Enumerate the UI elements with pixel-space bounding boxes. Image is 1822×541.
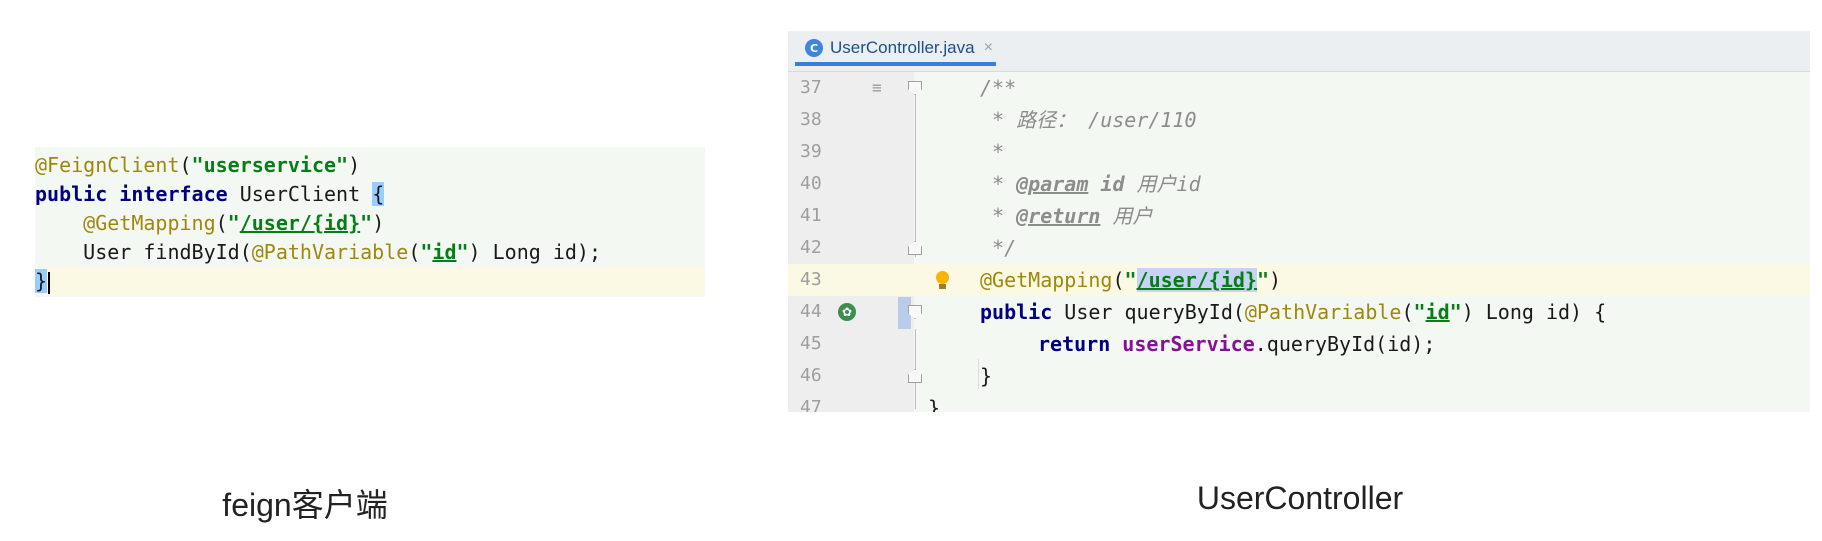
fold-icon[interactable] (908, 81, 922, 95)
javadoc-tag: @return (1016, 204, 1101, 228)
annotation: @PathVariable (251, 240, 409, 264)
tab-user-controller[interactable]: C UserController.java × (795, 34, 996, 66)
caption-feign-client: feign客户端 (222, 487, 388, 523)
annotation: @GetMapping (980, 268, 1113, 292)
annotation: @PathVariable (1244, 300, 1402, 324)
javadoc-tag: @param (1016, 172, 1089, 196)
line-number: 40 (800, 173, 822, 194)
line-number: 42 (800, 237, 822, 258)
string-literal: "userservice" (191, 153, 349, 177)
keyword: public (980, 300, 1053, 324)
param-literal: id (432, 240, 457, 264)
line-number: 46 (800, 365, 822, 386)
line-number: 45 (800, 333, 822, 354)
code-line: 45 return userService.queryById(id); (788, 328, 1810, 360)
tab-label: UserController.java (830, 38, 975, 57)
code-line-current: 43 @GetMapping("/user/{id}") (788, 264, 1810, 296)
text-caret (48, 271, 51, 294)
annotation: @FeignClient (35, 153, 180, 177)
code-line: 47 } (788, 392, 1810, 412)
code-line: @GetMapping("/user/{id}") (83, 211, 385, 235)
code-line: 42 */ (788, 232, 1810, 264)
line-number: 43 (800, 269, 822, 290)
fold-icon[interactable] (908, 241, 922, 255)
code-line: @FeignClient("userservice") (35, 153, 361, 177)
keyword: return (1038, 332, 1111, 356)
code-line: 37 ≡ /** (788, 72, 1810, 104)
path-literal: /user/{id} (239, 211, 361, 235)
path-literal: /user/{id} (1136, 268, 1257, 292)
feign-client-snippet: @FeignClient("userservice") public inter… (35, 147, 705, 297)
brace: { (372, 182, 385, 206)
code-line: } (35, 267, 705, 296)
fold-icon[interactable] (908, 369, 922, 383)
interface-name: UserClient (239, 182, 361, 206)
annotation: @GetMapping (83, 211, 216, 235)
code-line: 38 * 路径： /user/110 (788, 104, 1810, 136)
field-reference: userService (1122, 332, 1255, 356)
close-icon[interactable]: × (984, 39, 993, 57)
line-number: 39 (800, 141, 822, 162)
code-line: User findById(@PathVariable("id") Long i… (83, 240, 601, 264)
fold-icon[interactable] (908, 305, 922, 319)
keyword: public (35, 182, 108, 206)
code-line: 40 * @param id 用户id (788, 168, 1810, 200)
editor-tab-bar: C UserController.java × (788, 31, 1810, 72)
keyword: interface (119, 182, 228, 206)
code-editor[interactable]: C UserController.java × 37 ≡ /** 38 * 路径… (788, 31, 1810, 412)
type-name: User (83, 240, 132, 264)
line-number: 47 (800, 397, 822, 412)
caption-user-controller: UserController (1196, 480, 1404, 516)
spring-bean-icon[interactable]: ✿ (838, 303, 856, 321)
java-class-icon: C (805, 39, 823, 57)
line-number: 41 (800, 205, 822, 226)
code-line: 46 } (788, 360, 1810, 392)
code-line: 41 * @return 用户 (788, 200, 1810, 232)
code-line: public interface UserClient { (35, 180, 705, 209)
line-number: 38 (800, 109, 822, 130)
line-number: 44 (800, 301, 822, 322)
line-number: 37 (800, 77, 822, 98)
param-literal: id (1425, 300, 1450, 324)
code-line: 39 * (788, 136, 1810, 168)
code-line: 44 ✿ public User queryById(@PathVariable… (788, 296, 1810, 328)
lightbulb-icon[interactable] (936, 271, 949, 289)
brace: } (35, 269, 48, 293)
structure-icon[interactable]: ≡ (872, 72, 882, 104)
method-name: findById( (143, 240, 252, 264)
